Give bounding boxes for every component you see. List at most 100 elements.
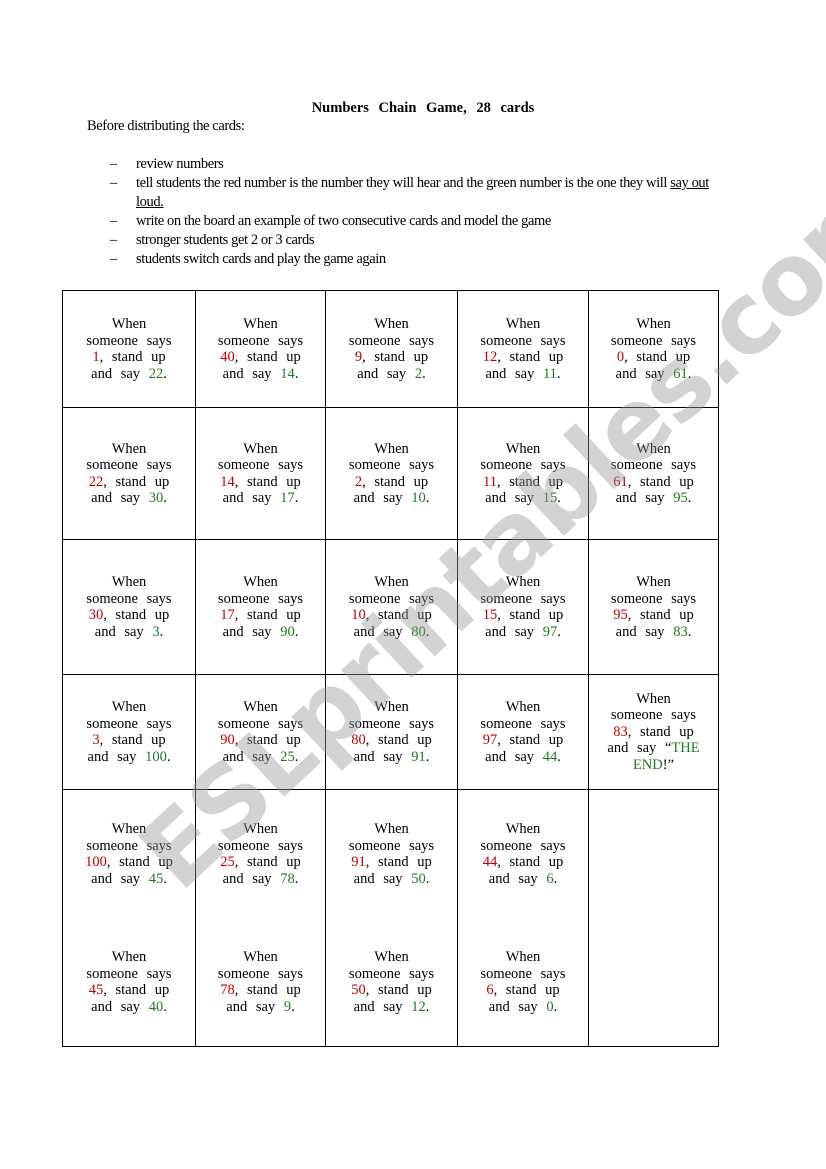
say-number: 3 <box>152 623 160 640</box>
card-stand-up: , stand up <box>99 732 166 748</box>
card-period: . <box>556 365 561 382</box>
game-card: When someone says 11, stand up and say 15. <box>458 441 588 507</box>
card-cell: When someone says 80, stand up and say 91. <box>325 674 458 790</box>
dash-bullet: – <box>110 232 117 248</box>
card-hear-line: 6, stand up <box>462 982 584 999</box>
card-stand-up: , stand up <box>362 349 429 365</box>
card-hear-line: 40, stand up <box>200 349 321 366</box>
card-someone-says: someone says <box>217 590 304 607</box>
card-period: . <box>425 870 430 887</box>
say-number: 61 <box>673 365 688 382</box>
card-and-say: and say <box>91 870 149 887</box>
card-cell: When someone says 44, stand up and say 6. Wh… <box>457 789 589 1047</box>
card-and-say: and say <box>91 998 149 1015</box>
card-someone-says: someone says <box>86 332 172 349</box>
card-someone-says: someone says <box>86 837 172 854</box>
card-period: . <box>687 365 692 382</box>
card-someone-says: someone says <box>217 965 304 982</box>
instruction-text: review numbers <box>136 156 224 172</box>
instruction-item: – tell students the red number is the num… <box>110 174 730 212</box>
card-say-line: and say 40. <box>67 999 191 1016</box>
card-someone-says: someone says <box>86 590 172 607</box>
card-and-say: and say <box>488 870 547 887</box>
card-cell: When someone says 17, stand up and say 90. <box>195 539 326 675</box>
card-stand-up: , stand up <box>497 607 564 623</box>
card-period: . <box>294 748 299 765</box>
empty-cell <box>588 789 719 1047</box>
card-and-say: and say <box>91 365 149 382</box>
card-hear-line: 61, stand up <box>593 474 714 491</box>
game-card: When someone says 50, stand up and say 12. <box>326 943 457 1021</box>
card-stand-up: , stand up <box>99 349 166 365</box>
game-card: When someone says 15, stand up and say 97. <box>458 574 588 640</box>
card-stand-up: , stand up <box>497 349 564 365</box>
card-cell: When someone says 12, stand up and say 11. <box>457 290 589 408</box>
card-say-line: and say 11. <box>462 366 584 383</box>
card-someone-says: someone says <box>86 715 172 732</box>
card-hear-line: 14, stand up <box>200 474 321 491</box>
card-hear-line: 95, stand up <box>593 607 714 624</box>
card-and-say: and say <box>353 870 412 887</box>
dash-bullet: – <box>110 213 117 229</box>
hear-number: 11 <box>483 473 497 490</box>
card-and-say: and say <box>353 748 412 765</box>
card-someone-says: someone says <box>217 332 304 349</box>
card-when: When <box>374 821 409 837</box>
card-stand-up: , stand up <box>497 732 564 748</box>
card-say-line: and say 17. <box>200 490 321 507</box>
say-number: 30 <box>148 490 164 506</box>
card-say-line: and say 10. <box>330 490 453 507</box>
card-and-say: and say <box>222 870 281 887</box>
card-hear-line: 3, stand up <box>67 732 191 749</box>
card-and-say: and say <box>87 748 146 765</box>
card-and-say: and say <box>222 365 281 382</box>
dash-bullet: – <box>110 251 117 267</box>
card-and-say: and say <box>226 998 284 1015</box>
card-someone-says: someone says <box>480 965 566 982</box>
page-title: Numbers Chain Game, 28 cards <box>311 100 535 116</box>
card-say-line: and say 50. <box>330 871 453 888</box>
card-stand-up: , stand up <box>365 607 432 623</box>
card-hear-line: 12, stand up <box>462 349 584 366</box>
game-card: When someone says 10, stand up and say 80. <box>326 574 457 640</box>
card-when: When <box>243 316 278 332</box>
card-hear-line: 30, stand up <box>67 607 191 624</box>
card-and-say: and say <box>357 365 415 382</box>
card-someone-says: someone says <box>610 457 697 473</box>
instruction-text: write on the board an example of two con… <box>136 213 551 229</box>
card-when: When <box>111 574 147 590</box>
card-cell: When someone says 2, stand up and say 10. <box>325 407 458 540</box>
card-cell: When someone says 90, stand up and say 25. <box>195 674 326 790</box>
card-cell: When someone says 30, stand up and say 3. <box>62 539 196 675</box>
card-period: . <box>553 998 558 1015</box>
card-period: . <box>425 490 430 506</box>
card-say-line: and say 95. <box>593 490 714 507</box>
instruction-item: – students switch cards and play the game… <box>110 250 730 269</box>
card-cell: When someone says 11, stand up and say 15. <box>457 407 589 540</box>
card-cell: When someone says 22, stand up and say 30. <box>62 407 196 540</box>
card-row: When someone says 22, stand up and say 30. W… <box>62 407 719 540</box>
hear-number: 78 <box>220 982 235 998</box>
game-card: When someone says 61, stand up and say 95. <box>589 441 718 507</box>
card-someone-says: someone says <box>348 715 435 732</box>
card-say-line: and say 3. <box>67 624 191 641</box>
card-period: . <box>687 623 692 640</box>
hear-number: 61 <box>613 473 628 490</box>
card-row: When someone says 30, stand up and say 3. Wh… <box>62 539 719 675</box>
hear-number: 30 <box>88 607 104 623</box>
card-hear-line: 2, stand up <box>330 474 453 491</box>
card-cell: When someone says 9, stand up and say 2. <box>325 290 458 408</box>
card-stand-up: , stand up <box>365 854 432 870</box>
hear-number: 90 <box>220 732 235 748</box>
game-card: When someone says 12, stand up and say 11. <box>458 316 588 382</box>
card-stack: When someone says 44, stand up and say 6. Wh… <box>458 790 588 1046</box>
card-period: . <box>163 365 167 382</box>
card-hear-line: 10, stand up <box>330 607 453 624</box>
instruction-text: tell students the red number is the numb… <box>136 175 671 191</box>
card-cell: When someone says 1, stand up and say 22. <box>62 290 196 408</box>
game-card: When someone says 90, stand up and say 25. <box>196 699 325 765</box>
card-and-say: and say <box>485 365 543 382</box>
card-hear-line: 90, stand up <box>200 732 321 749</box>
card-and-say: and say <box>94 623 153 640</box>
card-when: When <box>374 574 409 590</box>
